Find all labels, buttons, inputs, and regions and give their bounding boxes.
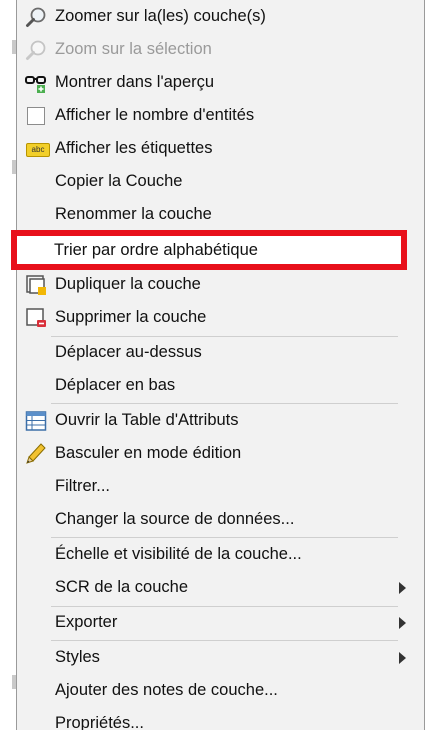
duplicate-layer-icon	[26, 275, 46, 295]
menu-item-copy-layer[interactable]: Copier la Couche	[17, 166, 424, 199]
highlight-annotation-box: Trier par ordre alphabétique	[11, 230, 407, 270]
layer-context-menu: Zoomer sur la(les) couche(s) Zoom sur la…	[16, 0, 425, 730]
menu-item-label: Styles	[55, 648, 100, 666]
menu-item-label: Zoomer sur la(les) couche(s)	[55, 7, 266, 25]
menu-item-label: Zoom sur la sélection	[55, 40, 212, 58]
remove-layer-icon	[26, 308, 46, 327]
submenu-arrow-icon	[399, 652, 406, 664]
menu-item-layer-crs[interactable]: SCR de la couche	[17, 572, 424, 605]
menu-item-open-attribute-table[interactable]: Ouvrir la Table d'Attributs	[17, 405, 424, 438]
submenu-arrow-icon	[399, 617, 406, 629]
menu-item-label: Échelle et visibilité de la couche...	[55, 545, 302, 563]
menu-item-remove-layer[interactable]: Supprimer la couche	[17, 302, 424, 335]
menu-item-show-labels[interactable]: abc Afficher les étiquettes	[17, 133, 424, 166]
menu-item-change-data-source[interactable]: Changer la source de données...	[17, 504, 424, 537]
menu-item-zoom-to-layers[interactable]: Zoomer sur la(les) couche(s)	[17, 1, 424, 34]
submenu-arrow-icon	[399, 582, 406, 594]
menu-item-add-layer-notes[interactable]: Ajouter des notes de couche...	[17, 675, 424, 708]
menu-item-show-feature-count[interactable]: Afficher le nombre d'entités	[17, 100, 424, 133]
zoom-selection-icon	[26, 40, 46, 60]
menu-item-label: Exporter	[55, 613, 118, 631]
menu-item-zoom-to-selection[interactable]: Zoom sur la sélection	[17, 34, 424, 67]
menu-item-toggle-editing[interactable]: Basculer en mode édition	[17, 438, 424, 471]
overview-glasses-icon	[25, 76, 46, 93]
zoom-layer-icon	[26, 7, 46, 27]
menu-item-label: Afficher le nombre d'entités	[55, 106, 255, 124]
menu-item-show-in-overview[interactable]: Montrer dans l'aperçu	[17, 67, 424, 100]
menu-item-label: Propriétés...	[55, 714, 144, 730]
label-abc-icon: abc	[26, 143, 50, 157]
menu-item-move-to-bottom[interactable]: Déplacer en bas	[17, 370, 424, 403]
checkbox-icon[interactable]	[27, 107, 45, 125]
menu-item-export[interactable]: Exporter	[17, 607, 424, 640]
menu-item-label: Renommer la couche	[55, 205, 212, 223]
menu-item-filter[interactable]: Filtrer...	[17, 471, 424, 504]
menu-item-duplicate-layer[interactable]: Dupliquer la couche	[17, 269, 424, 302]
menu-item-properties[interactable]: Propriétés...	[17, 708, 424, 730]
attribute-table-icon	[25, 411, 47, 431]
menu-separator	[51, 640, 398, 641]
menu-item-label: SCR de la couche	[55, 578, 188, 596]
menu-item-label: Copier la Couche	[55, 172, 183, 190]
menu-item-scale-visibility[interactable]: Échelle et visibilité de la couche...	[17, 539, 424, 572]
menu-item-styles[interactable]: Styles	[17, 642, 424, 675]
menu-item-label: Ajouter des notes de couche...	[55, 681, 278, 699]
menu-item-label: Montrer dans l'aperçu	[55, 73, 215, 91]
menu-item-rename-layer[interactable]: Renommer la couche	[17, 199, 424, 232]
menu-item-label: Afficher les étiquettes	[55, 139, 213, 157]
menu-item-move-to-top[interactable]: Déplacer au-dessus	[17, 337, 424, 370]
menu-item-label: Supprimer la couche	[55, 308, 207, 326]
background-layer-panel-edge	[0, 0, 16, 730]
menu-separator	[51, 537, 398, 538]
pencil-icon	[26, 443, 46, 464]
menu-item-label: Filtrer...	[55, 477, 111, 495]
menu-separator	[51, 403, 398, 404]
menu-item-label: Déplacer en bas	[55, 376, 176, 394]
menu-item-label: Changer la source de données...	[55, 510, 295, 528]
highlighted-item-label[interactable]: Trier par ordre alphabétique	[54, 241, 258, 260]
menu-item-label: Ouvrir la Table d'Attributs	[55, 411, 239, 429]
menu-item-label: Dupliquer la couche	[55, 275, 201, 293]
menu-item-label: Déplacer au-dessus	[55, 343, 202, 361]
menu-item-label: Basculer en mode édition	[55, 444, 242, 462]
